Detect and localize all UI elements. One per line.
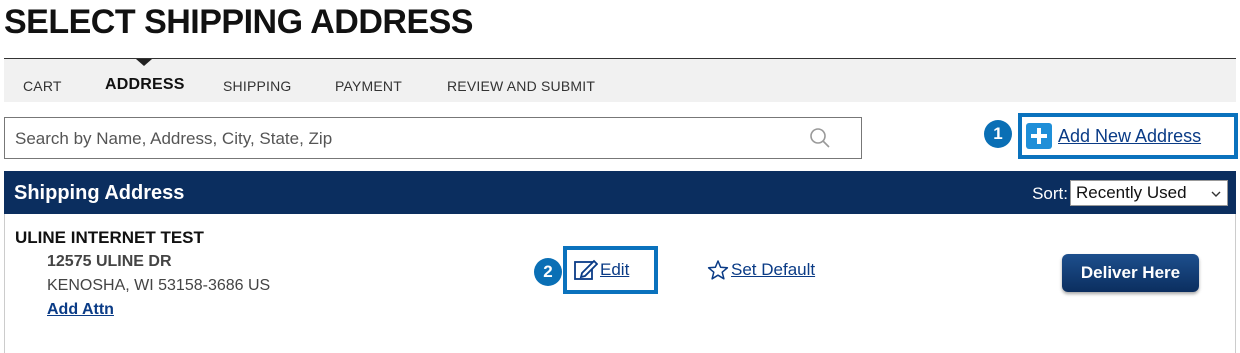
checkout-steps: CART ADDRESS SHIPPING PAYMENT REVIEW AND… — [4, 58, 1236, 102]
edit-label[interactable]: Edit — [600, 260, 629, 280]
set-default-link[interactable]: Set Default — [707, 259, 815, 281]
shipping-address-title: Shipping Address — [14, 182, 185, 204]
active-step-caret-icon — [136, 59, 152, 66]
step-shipping[interactable]: SHIPPING — [223, 78, 292, 94]
callout-badge-2: 2 — [534, 258, 562, 286]
edit-address-link[interactable]: Edit — [574, 259, 629, 281]
sort-select[interactable]: Recently Used — [1070, 180, 1228, 206]
deliver-here-button[interactable]: Deliver Here — [1062, 254, 1199, 292]
edit-icon — [574, 259, 598, 280]
set-default-label[interactable]: Set Default — [731, 260, 815, 280]
step-payment[interactable]: PAYMENT — [335, 78, 402, 94]
add-attn-link[interactable]: Add Attn — [47, 301, 114, 319]
step-cart[interactable]: CART — [23, 78, 62, 94]
shipping-address-header: Shipping Address Sort: Recently Used — [4, 171, 1236, 214]
chevron-down-icon — [1211, 191, 1221, 197]
step-review-and-submit[interactable]: REVIEW AND SUBMIT — [447, 78, 595, 94]
star-icon — [707, 260, 729, 280]
plus-icon — [1026, 123, 1052, 149]
address-line2: KENOSHA, WI 53158-3686 US — [47, 277, 271, 294]
address-line1: 12575 ULINE DR — [47, 253, 172, 270]
search-input[interactable] — [13, 124, 797, 154]
address-name: ULINE INTERNET TEST — [15, 228, 204, 247]
page-title: SELECT SHIPPING ADDRESS — [4, 3, 473, 41]
add-new-address-label[interactable]: Add New Address — [1058, 126, 1201, 147]
step-address[interactable]: ADDRESS — [105, 76, 185, 94]
search-icon[interactable] — [809, 127, 831, 149]
sort-label: Sort: — [1032, 184, 1068, 203]
callout-badge-1: 1 — [984, 120, 1012, 148]
add-new-address-link[interactable]: Add New Address — [1026, 122, 1201, 150]
sort-select-value: Recently Used — [1076, 183, 1187, 202]
search-box — [4, 117, 862, 159]
